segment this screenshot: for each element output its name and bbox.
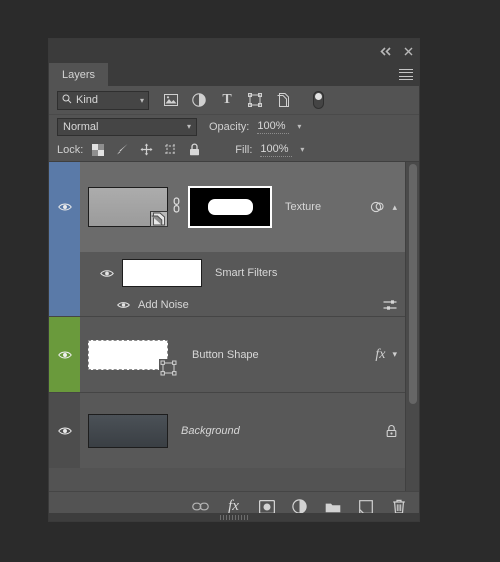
- table-row[interactable]: Button Shape fx ▾: [49, 317, 405, 392]
- fill-value[interactable]: 100%: [260, 143, 293, 157]
- layer-thumbnail[interactable]: [88, 413, 168, 448]
- filter-shape-icon[interactable]: [247, 92, 263, 108]
- filter-enable-toggle[interactable]: [313, 91, 324, 109]
- resize-grip[interactable]: [49, 513, 419, 521]
- smart-object-badge-icon: [150, 211, 168, 227]
- layer-thumbnail[interactable]: [88, 339, 179, 377]
- fill-label: Fill:: [235, 143, 253, 156]
- vertical-scrollbar[interactable]: [405, 162, 419, 491]
- scrollbar-thumb[interactable]: [409, 164, 417, 404]
- table-row[interactable]: Texture ▴: [49, 162, 405, 252]
- opacity-value[interactable]: 100%: [257, 120, 290, 134]
- layers-panel: Layers Kind ▾ T Normal ▾ Opacity: 100% ▾…: [48, 38, 420, 522]
- layer-color-label: [49, 294, 80, 316]
- blend-mode-select[interactable]: Normal ▾: [57, 117, 197, 136]
- close-icon[interactable]: [401, 44, 415, 58]
- panel-tabs: Layers: [49, 63, 419, 86]
- tab-layers-label: Layers: [62, 68, 96, 81]
- lock-transparent-pixels-icon[interactable]: [91, 143, 105, 157]
- opacity-chevron-down-icon[interactable]: ▾: [297, 122, 301, 131]
- eye-icon[interactable]: [100, 266, 114, 280]
- smart-filters-icon[interactable]: [370, 200, 385, 214]
- chevron-down-icon: ▾: [186, 122, 191, 131]
- chevron-up-icon[interactable]: ▴: [392, 202, 397, 213]
- filter-adjustment-icon[interactable]: [191, 92, 207, 108]
- collapse-arrows-icon[interactable]: [379, 44, 393, 58]
- layer-color-label[interactable]: [49, 162, 80, 252]
- eye-icon[interactable]: [57, 348, 72, 362]
- search-icon: [62, 94, 72, 107]
- filter-kind-label: Kind: [76, 94, 99, 106]
- layer-color-label[interactable]: [49, 393, 80, 468]
- fx-icon[interactable]: fx: [375, 347, 385, 363]
- lock-all-icon[interactable]: [187, 143, 201, 157]
- smart-filters-thumbnail[interactable]: [122, 259, 202, 287]
- table-row[interactable]: Smart Filters: [49, 252, 405, 294]
- layer-color-label: [49, 252, 80, 294]
- filter-name[interactable]: Add Noise: [138, 299, 189, 311]
- panel-menu-icon[interactable]: [399, 69, 413, 80]
- layer-name[interactable]: Button Shape: [192, 349, 259, 361]
- panel-titlebar: [49, 39, 419, 63]
- lock-position-icon[interactable]: [139, 143, 153, 157]
- chevron-down-icon[interactable]: ▾: [392, 349, 397, 360]
- layer-name[interactable]: Background: [181, 425, 240, 437]
- lock-artboard-nesting-icon[interactable]: [163, 143, 177, 157]
- fill-chevron-down-icon[interactable]: ▾: [300, 145, 304, 154]
- lock-label: Lock:: [57, 143, 84, 156]
- blend-mode-value: Normal: [63, 120, 99, 133]
- filter-options-icon[interactable]: [383, 299, 397, 311]
- list-item[interactable]: Add Noise: [49, 294, 405, 316]
- layer-list: Texture ▴ Smart Filters Add Noise Button…: [49, 162, 419, 491]
- link-mask-icon[interactable]: [171, 196, 185, 218]
- layer-name[interactable]: Texture: [285, 201, 321, 213]
- layer-mask-thumbnail[interactable]: [188, 186, 272, 228]
- lock-image-pixels-icon[interactable]: [115, 143, 129, 157]
- chevron-down-icon: ▾: [139, 95, 144, 105]
- lock-icon[interactable]: [386, 424, 397, 437]
- table-row[interactable]: Background: [49, 393, 405, 468]
- filter-type-icon[interactable]: T: [219, 92, 235, 108]
- layer-color-label[interactable]: [49, 317, 80, 392]
- layer-filter-row: Kind ▾ T: [49, 86, 419, 114]
- blend-mode-row: Normal ▾ Opacity: 100% ▾: [49, 114, 419, 138]
- filter-smart-object-icon[interactable]: [275, 92, 291, 108]
- filter-kind-select[interactable]: Kind ▾: [57, 90, 149, 110]
- layer-name[interactable]: Smart Filters: [215, 267, 277, 279]
- eye-icon[interactable]: [57, 200, 72, 214]
- eye-icon[interactable]: [116, 298, 130, 312]
- filter-pixel-icon[interactable]: [163, 92, 179, 108]
- layer-thumbnail[interactable]: [88, 187, 168, 227]
- tab-layers[interactable]: Layers: [49, 63, 109, 86]
- eye-icon[interactable]: [57, 424, 72, 438]
- lock-row: Lock: Fill: 100% ▾: [49, 138, 419, 162]
- opacity-label: Opacity:: [209, 120, 250, 133]
- vector-mask-badge-icon: [159, 358, 179, 377]
